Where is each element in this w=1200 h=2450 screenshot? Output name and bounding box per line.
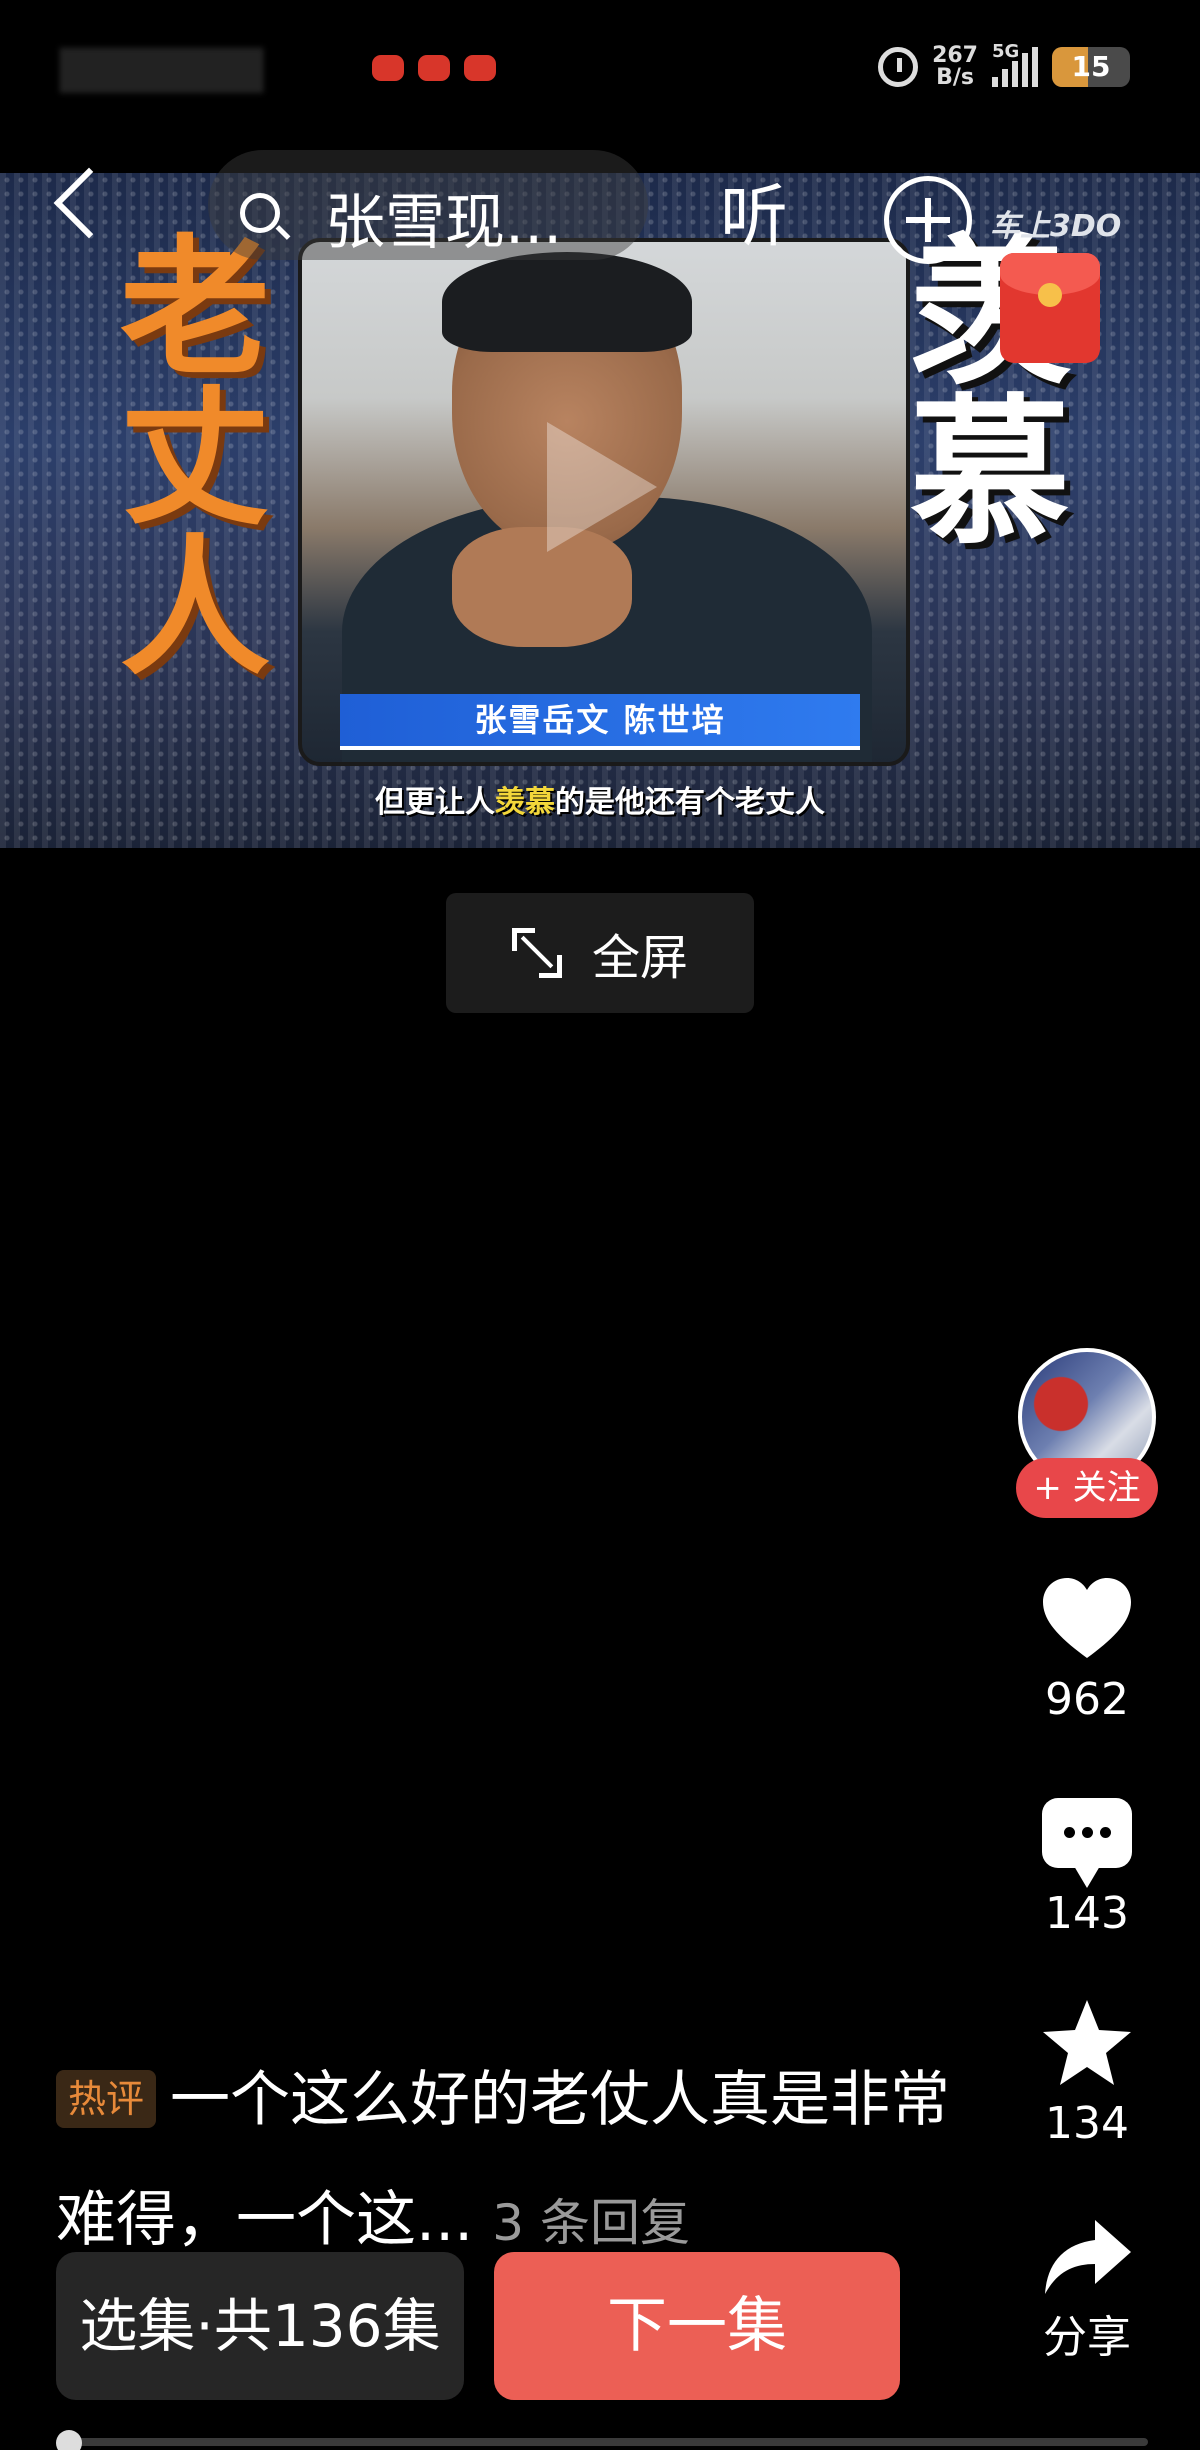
play-icon[interactable] xyxy=(547,422,657,552)
star-icon xyxy=(1043,2000,1131,2085)
person-hair xyxy=(442,252,692,352)
name-banner: 张雪岳文 陈世培 xyxy=(340,694,860,750)
app-notification-icon xyxy=(372,55,404,81)
progress-handle[interactable] xyxy=(56,2430,82,2450)
follow-button[interactable]: + 关注 xyxy=(1016,1458,1158,1518)
next-episode-button[interactable]: 下一集 xyxy=(494,2252,900,2400)
signal-icon: 5G xyxy=(992,41,1038,87)
hot-comment[interactable]: 热评 一个这么好的老仗人真是非常难得，一个这... 3 条回复 xyxy=(56,2040,956,2283)
red-envelope-icon[interactable] xyxy=(1000,253,1100,363)
notification-icons xyxy=(372,55,496,81)
app-notification-icon xyxy=(418,55,450,81)
video-caption-left: 人 xyxy=(120,520,271,696)
video-caption-left: 丈 xyxy=(120,370,271,546)
share-icon xyxy=(1045,2220,1131,2294)
channel-logo: 车上3DO xyxy=(990,209,1122,244)
hot-comment-badge: 热评 xyxy=(56,2070,157,2128)
expand-icon xyxy=(511,928,562,978)
status-bar: ▇▇▇▇▇▇ 267 B/s 5G 15 xyxy=(0,0,1200,150)
fullscreen-label: 全屏 xyxy=(591,930,688,986)
video-inner-frame: 张雪岳文 陈世培 xyxy=(298,238,910,766)
battery-icon: 15 xyxy=(1052,47,1130,87)
alarm-icon xyxy=(878,47,919,87)
progress-bar[interactable] xyxy=(58,2438,1148,2446)
favorite-button[interactable]: 134 xyxy=(1030,1994,1144,2150)
reply-count-link[interactable]: 3 条回复 xyxy=(492,2194,690,2252)
video-player-screen: ▇▇▇▇▇▇ 267 B/s 5G 15 老 丈 人 羡 慕 张雪岳文 陈世培 … xyxy=(0,0,1200,2450)
comment-count: 143 xyxy=(1045,1888,1129,1939)
heart-icon xyxy=(1043,1578,1131,1658)
favorite-count: 134 xyxy=(1045,2098,1129,2149)
share-label: 分享 xyxy=(1043,2312,1131,2363)
app-notification-icon xyxy=(464,55,496,81)
search-query[interactable]: 张雪现... xyxy=(325,183,562,263)
notification-text-blurred: ▇▇▇▇▇▇ xyxy=(60,42,264,93)
network-speed: 267 B/s xyxy=(932,43,978,90)
video-subtitle: 但更让人羡慕的是他还有个老丈人 xyxy=(375,785,825,820)
like-count: 962 xyxy=(1045,1674,1129,1725)
video-frame[interactable]: 老 丈 人 羡 慕 张雪岳文 陈世培 但更让人羡慕的是他还有个老丈人 车上3DO xyxy=(0,173,1200,848)
comment-icon xyxy=(1042,1798,1132,1888)
listen-button[interactable]: 听 xyxy=(720,178,788,258)
share-button[interactable]: 分享 xyxy=(1030,2208,1144,2364)
fullscreen-button[interactable]: 全屏 xyxy=(446,893,754,1013)
like-button[interactable]: 962 xyxy=(1030,1570,1144,1726)
search-icon[interactable] xyxy=(240,193,280,233)
add-icon[interactable] xyxy=(884,176,972,264)
episodes-button[interactable]: 选集·共136集 xyxy=(56,2252,464,2400)
comment-button[interactable]: 143 xyxy=(1030,1798,1144,1940)
video-caption-right: 慕 xyxy=(910,379,1071,566)
